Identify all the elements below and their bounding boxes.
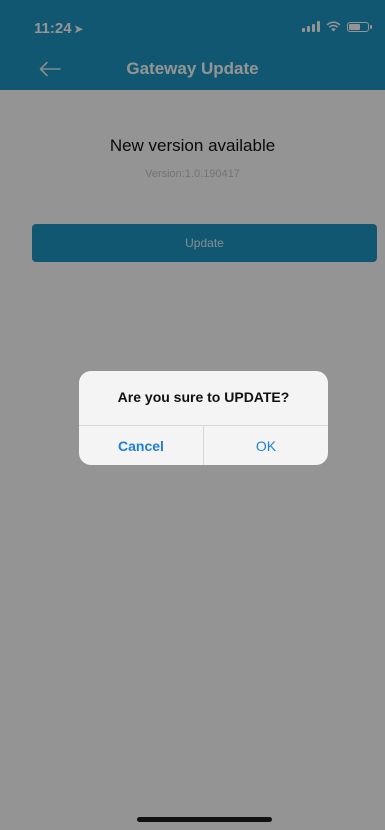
cancel-button[interactable]: Cancel	[79, 426, 203, 465]
ok-button[interactable]: OK	[204, 426, 328, 465]
confirm-alert: Are you sure to UPDATE? Cancel OK	[79, 371, 328, 465]
home-indicator[interactable]	[137, 817, 272, 822]
alert-title: Are you sure to UPDATE?	[117, 389, 290, 405]
